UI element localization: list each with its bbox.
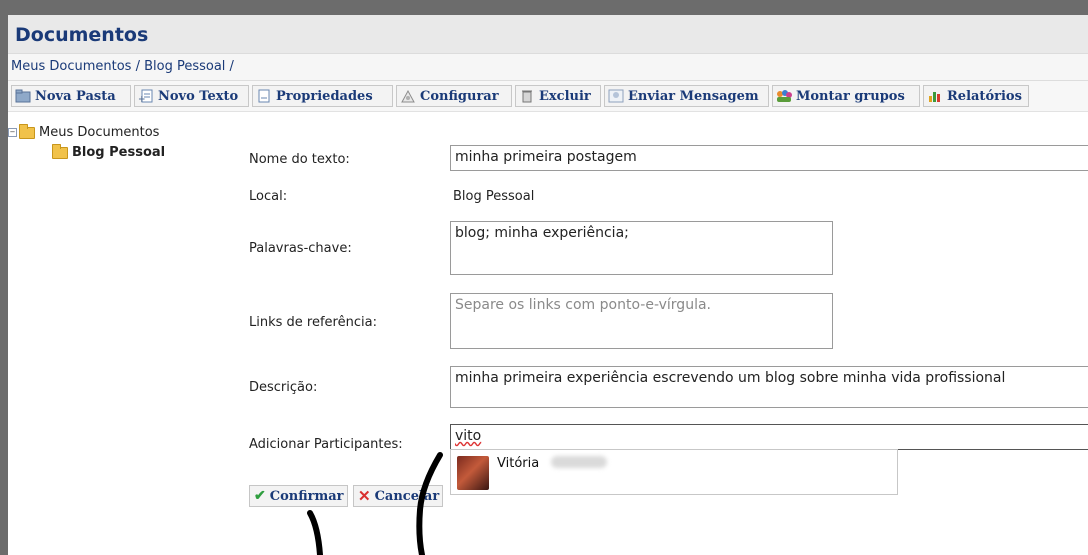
- app-window: Documentos Meus Documentos / Blog Pessoa…: [8, 15, 1088, 555]
- hand-drawn-strokes: [307, 452, 443, 555]
